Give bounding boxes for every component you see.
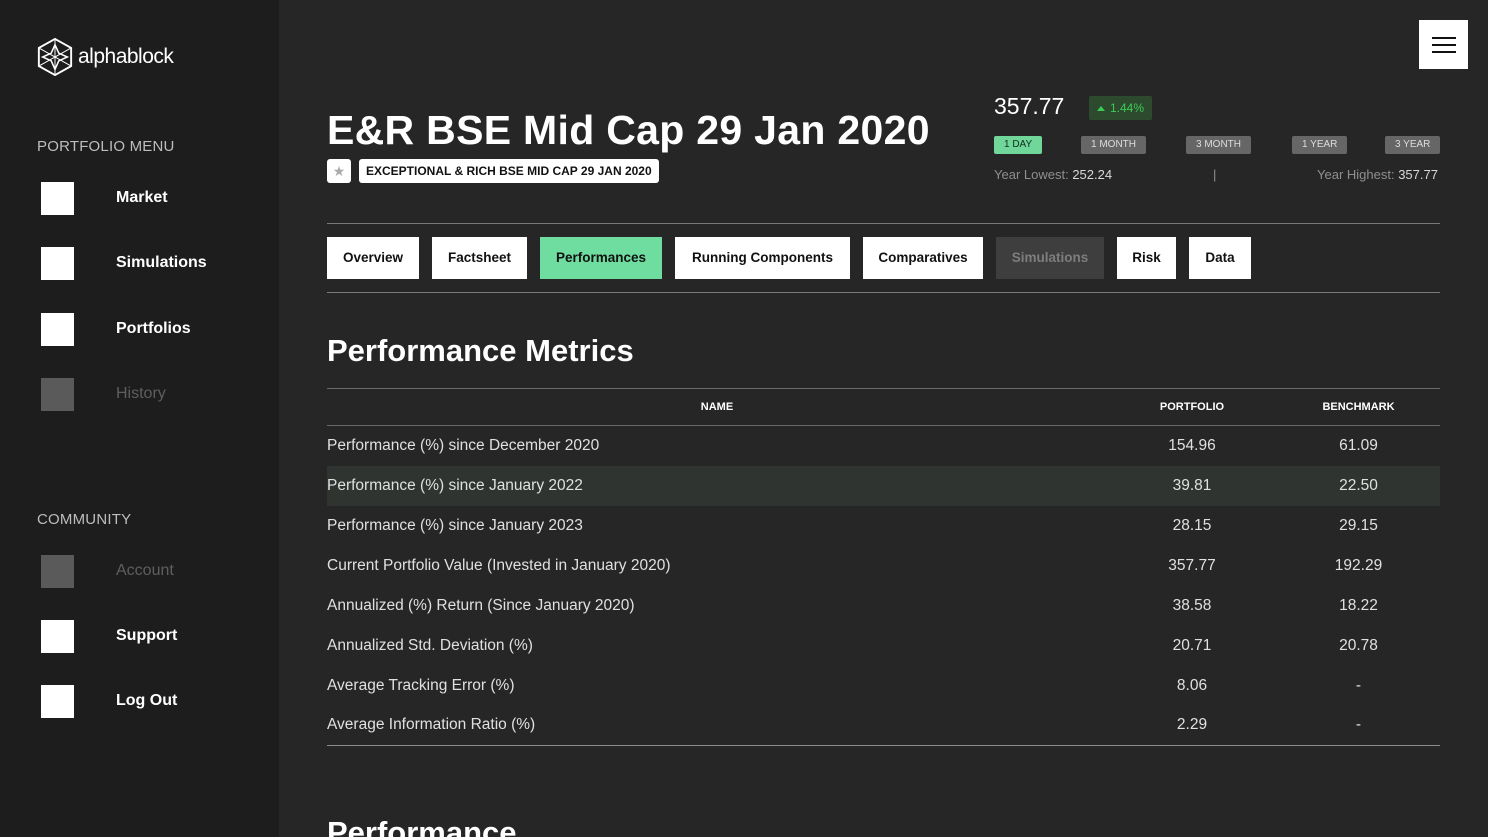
range-3-year[interactable]: 3 YEAR [1385, 136, 1441, 154]
tab-data[interactable]: Data [1189, 237, 1251, 279]
section-heading-metrics: Performance Metrics [327, 333, 634, 368]
support-icon [41, 619, 74, 653]
triangle-up-icon [1097, 106, 1105, 111]
metric-name: Performance (%) since December 2020 [327, 436, 600, 454]
table-header-row: NAME PORTFOLIO BENCHMARK [327, 388, 1440, 426]
metric-benchmark: 18.22 [1339, 596, 1378, 614]
metric-name: Average Information Ratio (%) [327, 716, 536, 734]
sidebar-item-label: History [116, 385, 166, 402]
sidebar-item-label: Market [116, 189, 168, 206]
metric-portfolio: 154.96 [1168, 436, 1216, 454]
brand-name: alphablock [78, 45, 174, 68]
subtitle-tag: EXCEPTIONAL & RICH BSE MID CAP 29 JAN 20… [359, 159, 659, 183]
tab-performances[interactable]: Performances [540, 237, 662, 279]
divider [327, 223, 1440, 224]
year-lowest: Year Lowest: 252.24 [994, 167, 1113, 182]
sidebar-item-label: Support [116, 627, 178, 644]
table-row: Current Portfolio Value (Invested in Jan… [327, 546, 1440, 586]
sidebar-item-simulations[interactable]: Simulations [41, 246, 207, 280]
metric-benchmark: 22.50 [1339, 476, 1378, 494]
metric-benchmark: 61.09 [1339, 436, 1378, 454]
sidebar-item-support[interactable]: Support [41, 619, 177, 653]
metric-benchmark: - [1355, 676, 1362, 694]
table-row: Annualized (%) Return (Since January 202… [327, 586, 1440, 626]
year-highest: Year Highest: 357.77 [1317, 167, 1438, 182]
sidebar-item-log-out[interactable]: Log Out [41, 684, 177, 718]
sidebar-item-portfolios[interactable]: Portfolios [41, 312, 191, 346]
community-title: COMMUNITY [37, 511, 132, 528]
metric-benchmark: - [1355, 716, 1362, 734]
column-header-name[interactable]: NAME [327, 389, 1107, 426]
page-title: E&R BSE Mid Cap 29 Jan 2020 [327, 107, 930, 153]
tab-overview[interactable]: Overview [327, 237, 419, 279]
portfolios-icon [41, 312, 74, 346]
sidebar-item-label: Portfolios [116, 320, 191, 337]
range-1-year[interactable]: 1 YEAR [1292, 136, 1348, 154]
metric-name: Performance (%) since January 2022 [327, 476, 583, 494]
hamburger-menu-button[interactable] [1419, 20, 1468, 69]
metric-benchmark: 20.78 [1339, 636, 1378, 654]
metric-portfolio: 20.71 [1172, 636, 1212, 654]
current-price: 357.77 [994, 93, 1065, 119]
range-3-month[interactable]: 3 MONTH [1186, 136, 1251, 154]
star-icon: ★ [332, 162, 346, 179]
section-heading-performance: Performance [327, 815, 517, 837]
change-value: 1.44% [1110, 101, 1145, 115]
stat-separator: | [1213, 167, 1217, 182]
hamburger-icon [1431, 36, 1456, 39]
metrics-table: NAME PORTFOLIO BENCHMARK Performance (%)… [327, 388, 1440, 746]
metric-name: Current Portfolio Value (Invested in Jan… [327, 556, 671, 574]
column-header-portfolio[interactable]: PORTFOLIO [1107, 389, 1277, 426]
tab-comparatives[interactable]: Comparatives [863, 237, 983, 279]
year-highest-value: 357.77 [1398, 167, 1438, 182]
tab-factsheet[interactable]: Factsheet [432, 237, 527, 279]
metric-name: Performance (%) since January 2023 [327, 516, 583, 534]
sidebar: alphablock PORTFOLIO MENU Market Simulat… [0, 0, 279, 837]
year-lowest-value: 252.24 [1072, 167, 1113, 182]
table-row: Average Tracking Error (%) 8.06 - [327, 666, 1440, 706]
sidebar-item-label: Account [116, 562, 174, 579]
tab-risk[interactable]: Risk [1117, 237, 1176, 279]
metric-name: Annualized Std. Deviation (%) [327, 636, 533, 654]
sidebar-item-label: Log Out [116, 692, 178, 709]
metric-name: Average Tracking Error (%) [327, 676, 515, 694]
table-row: Performance (%) since January 2022 39.81… [327, 465, 1440, 506]
sidebar-item-market[interactable]: Market [41, 181, 168, 215]
column-header-benchmark[interactable]: BENCHMARK [1277, 389, 1440, 426]
simulations-icon [41, 246, 74, 280]
log-out-icon [41, 684, 74, 718]
change-badge: 1.44% [1089, 96, 1153, 120]
metric-benchmark: 192.29 [1334, 556, 1383, 574]
table-row: Annualized Std. Deviation (%) 20.71 20.7… [327, 626, 1440, 666]
portfolio-menu-title: PORTFOLIO MENU [37, 138, 175, 155]
metric-portfolio: 28.15 [1172, 516, 1212, 534]
metric-portfolio: 357.77 [1168, 556, 1216, 574]
account-icon [41, 554, 74, 588]
sidebar-item-account: Account [41, 554, 174, 588]
sidebar-item-history: History [41, 377, 166, 411]
table-row: Performance (%) since January 2023 28.15… [327, 506, 1440, 546]
metric-portfolio: 8.06 [1176, 676, 1208, 694]
divider [327, 292, 1440, 293]
metric-name: Annualized (%) Return (Since January 202… [327, 596, 635, 614]
favorite-button[interactable]: ★ [327, 159, 351, 183]
brand-logo[interactable]: alphablock [36, 37, 174, 77]
sidebar-item-label: Simulations [116, 254, 207, 271]
table-row: Average Information Ratio (%) 2.29 - [327, 706, 1440, 746]
hexagon-star-icon [37, 37, 73, 77]
tab-running-components[interactable]: Running Components [675, 237, 850, 279]
history-icon [41, 377, 74, 411]
metric-portfolio: 2.29 [1176, 716, 1208, 734]
range-1-month[interactable]: 1 MONTH [1081, 136, 1146, 154]
metric-portfolio: 39.81 [1172, 476, 1212, 494]
market-icon [41, 181, 74, 215]
table-row: Performance (%) since December 2020 154.… [327, 426, 1440, 466]
tab-simulations: Simulations [996, 237, 1104, 279]
metric-portfolio: 38.58 [1172, 596, 1212, 614]
metric-benchmark: 29.15 [1339, 516, 1378, 534]
range-1-day[interactable]: 1 DAY [994, 136, 1043, 154]
